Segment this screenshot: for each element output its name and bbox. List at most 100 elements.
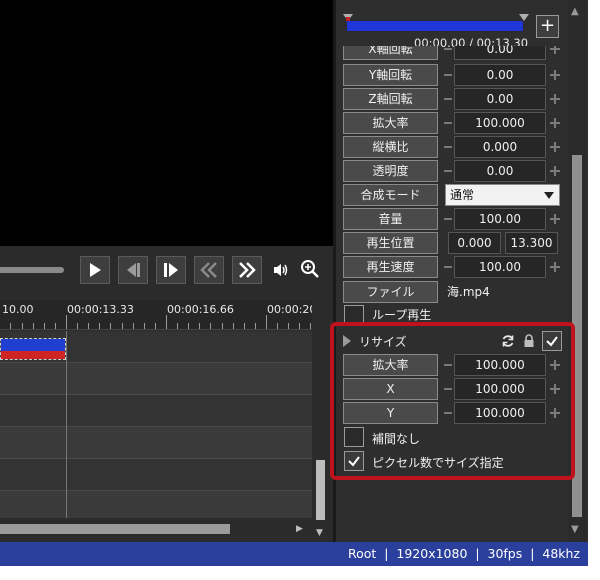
- property-value[interactable]: 0.00: [454, 160, 546, 182]
- scroll-right-icon[interactable]: ▶: [296, 524, 303, 534]
- timeline-tracks[interactable]: [0, 331, 312, 518]
- property-label[interactable]: X軸回転: [343, 46, 438, 60]
- ruler-tick: [10, 323, 12, 329]
- zoom-in-icon[interactable]: [300, 259, 320, 279]
- video-clip[interactable]: [0, 338, 66, 360]
- decrement-icon[interactable]: [443, 91, 453, 107]
- double-chevron-right-icon: [239, 262, 256, 278]
- transport-controls: [0, 246, 333, 296]
- property-label[interactable]: 合成モード: [343, 184, 438, 206]
- track-row[interactable]: [0, 363, 312, 395]
- volume-icon[interactable]: [272, 262, 290, 278]
- property-value[interactable]: 0.00: [454, 64, 546, 86]
- increment-icon[interactable]: [548, 91, 560, 107]
- increment-icon[interactable]: [548, 67, 560, 83]
- clip-seek-bar[interactable]: [346, 20, 524, 32]
- track-row[interactable]: [0, 459, 312, 491]
- ruler-tick: [188, 323, 190, 329]
- fast-forward-button[interactable]: [232, 256, 262, 284]
- property-label[interactable]: 拡大率: [343, 112, 438, 134]
- decrement-icon[interactable]: [443, 67, 453, 83]
- ruler-tick: [32, 323, 34, 329]
- seek-end-marker[interactable]: [519, 14, 529, 21]
- decrement-icon[interactable]: [443, 139, 453, 155]
- playback-end-field[interactable]: 13.300: [505, 232, 558, 254]
- ruler-tick: [199, 323, 201, 329]
- property-value[interactable]: 100.00: [454, 208, 546, 230]
- track-row[interactable]: [0, 427, 312, 459]
- property-label[interactable]: 再生速度: [343, 256, 438, 278]
- project-info: Root | 1920x1080 | 30fps | 48khz: [347, 546, 580, 561]
- ruler-tick: [232, 323, 234, 329]
- ruler-tick: [154, 323, 156, 329]
- property-label[interactable]: Z軸回転: [343, 88, 438, 110]
- property-label[interactable]: 音量: [343, 208, 438, 230]
- scroll-up-icon[interactable]: ▲: [571, 6, 579, 17]
- clip-audio-bar: [1, 351, 65, 359]
- ruler-label: 00:00:16.66: [167, 303, 234, 316]
- preview-seek-slider[interactable]: [0, 267, 64, 273]
- property-label[interactable]: 透明度: [343, 160, 438, 182]
- property-value[interactable]: 0.00: [454, 88, 546, 110]
- track-row[interactable]: [0, 395, 312, 427]
- increment-icon[interactable]: [548, 163, 560, 179]
- scrollbar-thumb[interactable]: [316, 460, 325, 520]
- ruler-tick: [243, 323, 245, 329]
- property-row-z-rotation: Z軸回転 0.00: [343, 88, 561, 110]
- ruler-tick: [99, 323, 101, 329]
- clip-end-line: [66, 331, 67, 518]
- add-effect-button[interactable]: +: [536, 15, 559, 38]
- property-label[interactable]: 再生位置: [343, 232, 438, 254]
- file-button[interactable]: ファイル: [343, 281, 438, 303]
- playback-start-field[interactable]: 0.000: [448, 232, 501, 254]
- decrement-icon[interactable]: [443, 115, 453, 131]
- track-row[interactable]: [0, 491, 312, 518]
- timeline-horizontal-scrollbar[interactable]: ▶: [0, 522, 312, 536]
- ruler-tick: [21, 323, 23, 329]
- increment-icon[interactable]: [548, 46, 560, 57]
- rewind-button[interactable]: [194, 256, 224, 284]
- next-frame-button[interactable]: [156, 256, 186, 284]
- ruler-label: 00:00:13.33: [67, 303, 134, 316]
- property-value[interactable]: 100.00: [454, 256, 546, 278]
- decrement-icon[interactable]: [443, 46, 453, 57]
- scroll-down-icon[interactable]: ▼: [571, 524, 579, 535]
- increment-icon[interactable]: [548, 139, 560, 155]
- property-row-playback-position: 再生位置 0.000 13.300: [343, 232, 561, 254]
- increment-icon[interactable]: [548, 259, 560, 275]
- property-label[interactable]: Y軸回転: [343, 64, 438, 86]
- property-row-blend-mode: 合成モード 通常: [343, 184, 561, 206]
- scroll-down-icon[interactable]: ▼: [316, 528, 323, 538]
- ruler-tick: [288, 323, 290, 329]
- scrollbar-thumb[interactable]: [0, 524, 230, 534]
- blend-mode-select[interactable]: 通常: [445, 184, 560, 206]
- property-row-volume: 音量 100.00: [343, 208, 561, 230]
- increment-icon[interactable]: [548, 211, 560, 227]
- ruler-tick: [132, 323, 134, 329]
- seek-start-marker[interactable]: [343, 14, 353, 21]
- decrement-icon[interactable]: [443, 211, 453, 227]
- decrement-icon[interactable]: [443, 163, 453, 179]
- ruler-tick: [299, 323, 301, 329]
- ruler-tick: [54, 323, 56, 329]
- increment-icon[interactable]: [548, 115, 560, 131]
- timeline-ruler[interactable]: 10.00 00:00:13.33 00:00:16.66 00:00:20: [0, 300, 312, 330]
- property-label[interactable]: 縦横比: [343, 136, 438, 158]
- play-icon: [90, 263, 101, 277]
- property-row-file: ファイル 海.mp4: [343, 281, 561, 303]
- property-value[interactable]: 100.000: [454, 112, 546, 134]
- property-row-x-rotation: X軸回転 0.00: [343, 46, 561, 60]
- highlight-frame: [330, 322, 575, 480]
- ruler-tick: [43, 323, 45, 329]
- property-value[interactable]: 0.000: [454, 136, 546, 158]
- property-row-opacity: 透明度 0.00: [343, 160, 561, 182]
- property-row-y-rotation: Y軸回転 0.00: [343, 64, 561, 86]
- video-preview: [0, 0, 333, 246]
- prev-frame-button[interactable]: [118, 256, 148, 284]
- timeline-vertical-scrollbar[interactable]: ▼: [313, 300, 328, 540]
- play-button[interactable]: [80, 256, 110, 284]
- decrement-icon[interactable]: [443, 259, 453, 275]
- property-value[interactable]: 0.00: [454, 46, 546, 60]
- select-value: 通常: [450, 188, 475, 202]
- ruler-tick: [210, 323, 212, 329]
